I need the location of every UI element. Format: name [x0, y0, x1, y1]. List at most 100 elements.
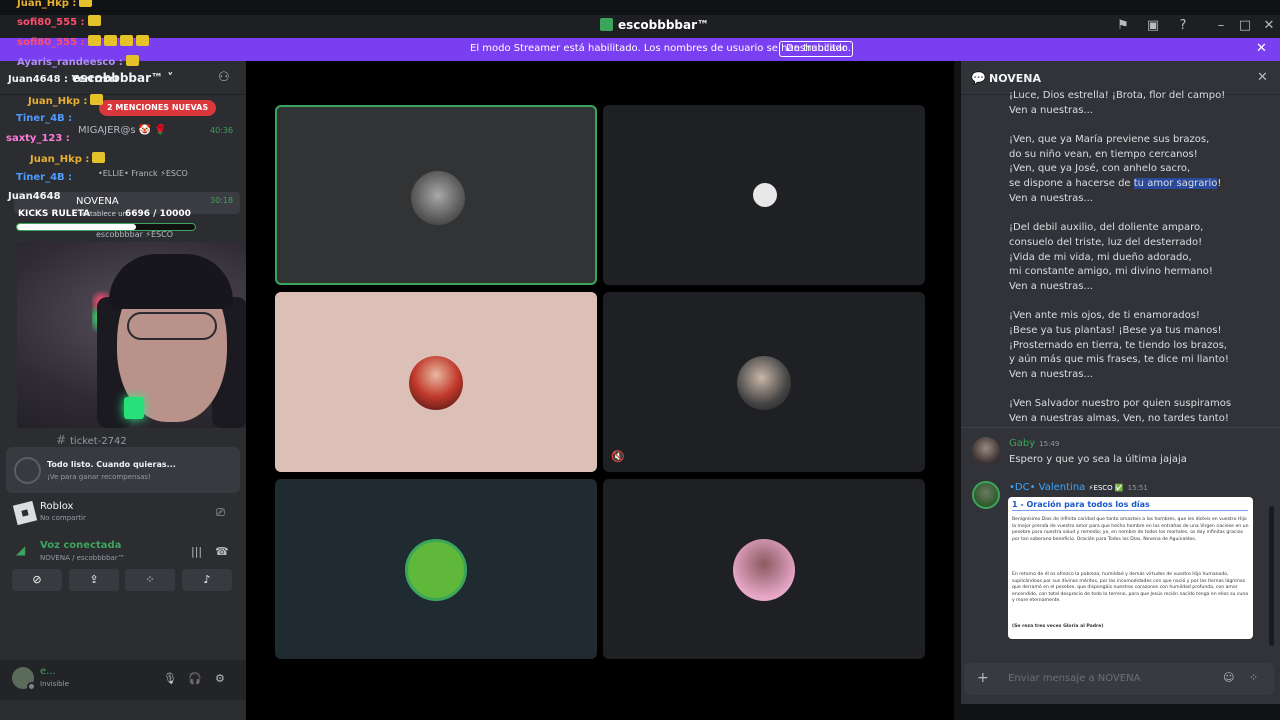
avatar[interactable]: [972, 481, 1000, 509]
apps-icon[interactable]: ⁘: [1249, 671, 1258, 684]
poem-line: ¡Luce, Dios estrella! ¡Brota, flor del c…: [1009, 90, 1226, 101]
emote-icon: [135, 35, 149, 46]
participant-tile-speaking[interactable]: [275, 105, 597, 285]
message-input[interactable]: Enviar mensaje a NOVENA: [1008, 673, 1140, 684]
camera-off-button[interactable]: ⊘: [12, 569, 62, 591]
server-icon: [600, 18, 613, 31]
channel-ticket-2742[interactable]: # ticket-2742: [56, 433, 127, 447]
voice-call-grid: 🔇: [246, 61, 954, 720]
poem-gap: [1009, 207, 1259, 222]
prayer-image-attachment[interactable]: 1 - Oración para todos los días Benignís…: [1008, 497, 1253, 639]
close-window-button[interactable]: ✕: [1261, 18, 1277, 34]
emote-icon: [92, 152, 106, 163]
poem-text: se dispone a hacerse de: [1009, 178, 1134, 190]
roulette-label: KICKS RULETA: [18, 209, 91, 219]
message-author[interactable]: •DC• Valentina ⚡ESCO ✅ 15:51: [1009, 482, 1148, 493]
poem-line: Ven a nuestras...: [1009, 280, 1093, 292]
participant-tile[interactable]: [603, 105, 925, 285]
stream-chat-overlay: Juan_Hkp : sofi80_555 : sofi80_555 : Aya…: [0, 0, 250, 240]
overlay-chat-line: saxty_123 :: [6, 133, 70, 144]
poem-line: consuelo del triste, luz del desterrado!: [1009, 236, 1203, 248]
voice-connected-subtitle[interactable]: NOVENA / escobbbbar™: [40, 554, 125, 562]
screen-icon[interactable]: ▣: [1145, 18, 1161, 34]
participant-avatar: [753, 183, 777, 207]
stream-game-icon[interactable]: ⎚: [216, 506, 225, 520]
channel-label: ticket-2742: [70, 436, 127, 447]
message-composer[interactable]: + Enviar mensaje a NOVENA ☺ ⁘: [964, 663, 1274, 695]
doc-paragraph: (Se reza tres veces Gloria al Padre): [1012, 624, 1104, 629]
user-panel: e... Invisible 🎙 🎧 ⚙: [0, 660, 246, 700]
poem-line: ¡Prosternado en tierra, te tiendo los br…: [1009, 339, 1227, 351]
chat-user: Tiner_4B :: [16, 113, 73, 124]
disable-streamer-button[interactable]: Deshabilitar: [779, 41, 854, 57]
avatar[interactable]: [972, 437, 1000, 465]
headphones-icon[interactable]: 🎧: [188, 672, 202, 685]
close-chat-icon[interactable]: ✕: [1257, 70, 1268, 85]
help-icon[interactable]: ?: [1175, 18, 1191, 34]
participant-tile[interactable]: [275, 292, 597, 472]
maximize-button[interactable]: □: [1237, 18, 1253, 34]
banner-close-icon[interactable]: ✕: [1256, 41, 1267, 56]
overlay-chat-line: Juan_Hkp :: [28, 94, 104, 107]
poem-line: y aún más que mis frases, te dice mi lla…: [1009, 354, 1229, 366]
participant-avatar: [733, 539, 795, 601]
add-attachment-icon[interactable]: +: [977, 670, 989, 686]
chat-user: sofi80_555 :: [17, 17, 85, 28]
emote-icon: [119, 35, 133, 46]
poem-line: ¡Ven, que ya José, con anhelo sacro,: [1009, 163, 1191, 175]
voice-connected-panel: ◢ Voz conectada NOVENA / escobbbbar™ |||…: [6, 538, 240, 568]
poem-gap: [1009, 295, 1259, 310]
emote-icon: [125, 55, 139, 66]
overlay-chat-line: Juan_Hkp :: [30, 152, 106, 165]
poem-line: se dispone a hacerse de tu amor sagrario…: [1009, 177, 1259, 192]
username[interactable]: e...: [40, 666, 56, 677]
poem-gap: [1009, 118, 1259, 133]
inbox-flag-icon[interactable]: ⚑: [1115, 18, 1131, 34]
poem-line: Ven a nuestras...: [1009, 369, 1093, 381]
doc-title: 1 - Oración para todos los días: [1012, 500, 1150, 509]
chat-user: Juan4648: [8, 191, 61, 202]
overlay-chat-line: Tiner_4B :: [16, 172, 72, 183]
poem-highlight: tu amor sagrario: [1133, 178, 1218, 190]
overlay-chat-line: Tiner_4B :: [16, 113, 72, 124]
emote-icon: [87, 35, 101, 46]
settings-gear-icon[interactable]: ⚙: [215, 672, 225, 685]
overlay-chat-line: Juan_Hkp :: [17, 0, 93, 9]
activity-title: Roblox: [40, 501, 74, 512]
signal-icon[interactable]: ◢: [16, 543, 25, 557]
user-status: Invisible: [40, 680, 69, 688]
disconnect-icon[interactable]: ☎: [215, 545, 229, 558]
roulette-hint: establece un: [82, 210, 127, 218]
participant-tile[interactable]: [603, 479, 925, 659]
message-timestamp: 15:49: [1039, 440, 1060, 448]
emote-icon: [103, 35, 117, 46]
activities-button[interactable]: ⁘: [125, 569, 175, 591]
chat-bubble-icon: 💬: [971, 71, 986, 85]
message-timestamp: 15:51: [1127, 484, 1148, 492]
roulette-progress: 6696 / 10000: [125, 209, 191, 219]
noise-suppression-icon[interactable]: |||: [191, 545, 202, 558]
poem-line: ¡Bese ya tus plantas! ¡Bese ya tus manos…: [1009, 325, 1222, 336]
participant-tile[interactable]: 🔇: [603, 292, 925, 472]
participant-avatar: [409, 356, 463, 410]
chat-scrollbar[interactable]: [1269, 506, 1274, 646]
overlay-chat-line: Ayaris_randeesco :: [17, 55, 139, 68]
doc-paragraph: Benignísimo Dios de infinita caridad que…: [1012, 517, 1249, 542]
author-name: •DC• Valentina: [1009, 482, 1086, 493]
share-screen-button[interactable]: ⇪: [69, 569, 119, 591]
minimize-button[interactable]: –: [1213, 18, 1229, 34]
soundboard-button[interactable]: ♪: [182, 569, 232, 591]
quest-card[interactable]: Todo listo. Cuando quieras... ¡Ve para g…: [6, 447, 240, 493]
message-author[interactable]: Gaby 15:49: [1009, 438, 1059, 449]
chat-user: Juan_Hkp :: [17, 0, 77, 9]
overlay-chat-line: sofi80_555 :: [17, 15, 101, 28]
microphone-icon[interactable]: 🎙: [163, 672, 177, 685]
chat-user: saxty_123 :: [6, 133, 70, 144]
emoji-icon[interactable]: ☺: [1223, 671, 1234, 684]
activity-panel[interactable]: Roblox No compartir ⎚: [6, 497, 240, 529]
participant-tile[interactable]: [275, 479, 597, 659]
poem-line: Ven a nuestras almas, Ven, no tardes tan…: [1009, 413, 1229, 425]
participant-avatar: [405, 539, 467, 601]
poem-line: do su niño vean, en tiempo cercanos!: [1009, 148, 1198, 160]
quest-subtitle: ¡Ve para ganar recompensas!: [47, 473, 151, 481]
